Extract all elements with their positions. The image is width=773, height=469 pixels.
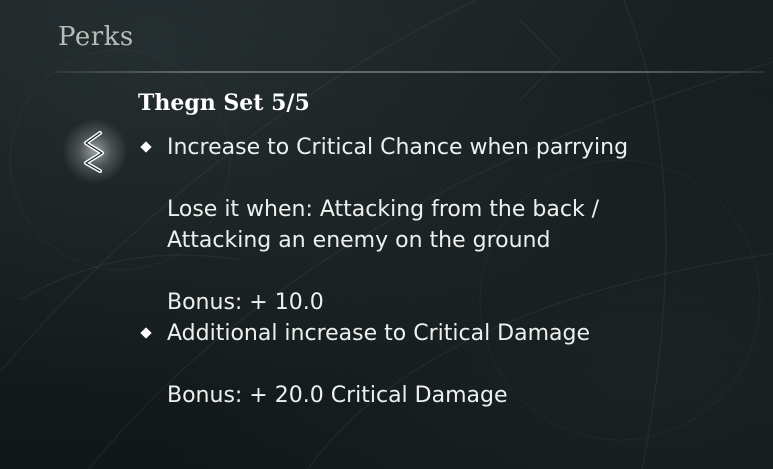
header-divider <box>56 71 764 73</box>
perk-item-critical-chance: Increase to Critical Chance when parryin… <box>138 132 758 318</box>
diamond-bullet-icon <box>140 327 152 339</box>
perk-bonus: Bonus: + 10.0 <box>167 290 324 315</box>
diamond-bullet-icon <box>140 141 152 153</box>
perk-lose-condition-continued: Attacking an enemy on the ground <box>167 228 551 253</box>
perk-item-critical-damage: Additional increase to Critical Damage B… <box>138 318 758 411</box>
perk-description: Additional increase to Critical Damage <box>167 321 591 346</box>
rune-sowilo-icon <box>84 131 104 173</box>
perk-list: Increase to Critical Chance when parryin… <box>138 132 758 411</box>
perk-bonus: Bonus: + 20.0 Critical Damage <box>167 383 508 408</box>
perks-header-title: Perks <box>58 22 134 52</box>
perk-set-title: Thegn Set 5/5 <box>138 90 310 116</box>
perk-description: Increase to Critical Chance when parryin… <box>167 135 629 160</box>
perk-lose-condition: Lose it when: Attacking from the back / <box>167 197 600 222</box>
